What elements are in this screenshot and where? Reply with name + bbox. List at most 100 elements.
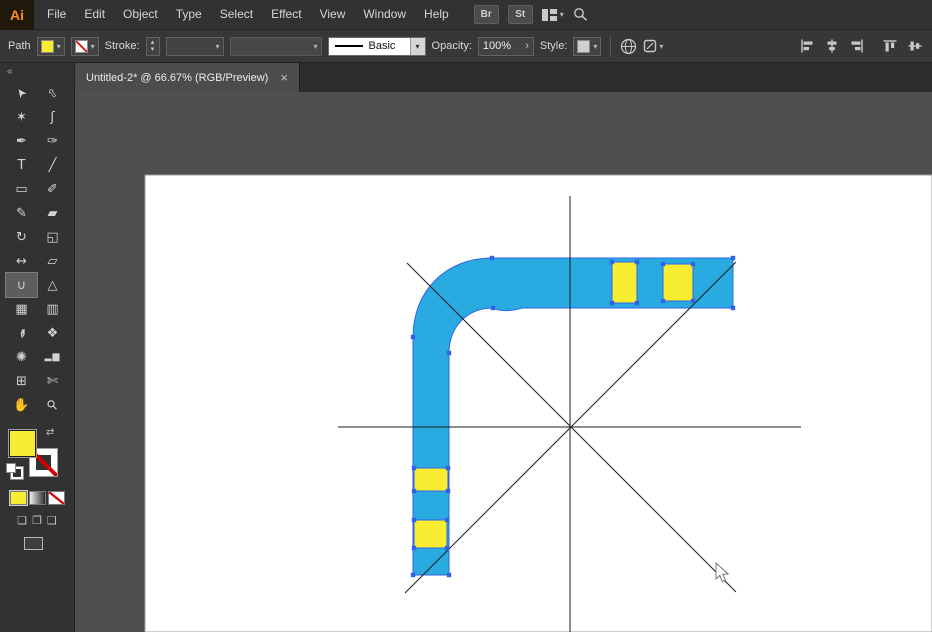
brush-stroke-preview: [335, 45, 363, 47]
document-tab[interactable]: Untitled-2* @ 66.67% (RGB/Preview) ×: [75, 63, 300, 92]
chevron-down-icon: ▾: [659, 42, 663, 51]
rotate-tool[interactable]: ↻: [6, 225, 37, 249]
menu-file[interactable]: File: [38, 0, 75, 29]
curvature-tool-icon: ✑: [47, 135, 58, 148]
opacity-panel-arrow-icon[interactable]: ›: [525, 40, 529, 52]
stepper-up-icon[interactable]: ▴: [151, 39, 155, 46]
draw-normal-icon[interactable]: ❏: [17, 514, 27, 527]
fill-color-dropdown[interactable]: ▾: [37, 37, 65, 56]
selection-type-label: Path: [8, 40, 31, 52]
width-tool-icon: ↔: [16, 255, 27, 268]
hand-tool[interactable]: ✋: [6, 393, 37, 417]
type-tool-icon: T: [18, 159, 26, 172]
style-label: Style:: [540, 40, 568, 52]
eraser-tool-icon: ▰: [48, 207, 58, 220]
width-tool[interactable]: ↔: [6, 249, 37, 273]
rectangle-tool[interactable]: ▭: [6, 177, 37, 201]
gradient-tool[interactable]: ▥: [37, 297, 68, 321]
collapse-panel-icon[interactable]: «: [0, 63, 20, 81]
blend-tool[interactable]: ❖: [37, 321, 68, 345]
stroke-color-dropdown[interactable]: ▾: [71, 37, 99, 56]
stock-button[interactable]: St: [508, 5, 533, 24]
draw-inside-icon[interactable]: ❑: [47, 514, 57, 527]
screen-mode-button[interactable]: [24, 537, 43, 550]
recolor-artwork-icon[interactable]: [620, 38, 637, 55]
shape-builder-tool[interactable]: ∪: [6, 273, 37, 297]
artboard[interactable]: [145, 175, 932, 632]
menu-window[interactable]: Window: [354, 0, 415, 29]
fill-swatch: [41, 40, 54, 53]
stepper-down-icon[interactable]: ▾: [151, 46, 155, 53]
align-horizontal-center-icon[interactable]: [825, 39, 839, 53]
menu-type[interactable]: Type: [167, 0, 211, 29]
search-icon[interactable]: [573, 7, 589, 22]
lasso-tool[interactable]: ʃ: [37, 105, 68, 129]
pencil-tool[interactable]: ✎: [6, 201, 37, 225]
rotate-tool-icon: ↻: [16, 231, 27, 244]
zoom-tool-icon: ⚲: [45, 397, 61, 413]
pen-tool[interactable]: ✒: [6, 129, 37, 153]
swap-fill-stroke-icon[interactable]: ⇄: [46, 427, 54, 438]
none-button[interactable]: [48, 491, 65, 505]
stroke-weight-dropdown[interactable]: ▾: [166, 37, 224, 56]
stroke-weight-stepper[interactable]: ▴ ▾: [146, 37, 160, 56]
workspace-switcher[interactable]: ▾: [542, 9, 564, 21]
align-left-icon[interactable]: [800, 39, 814, 53]
tab-close-icon[interactable]: ×: [280, 71, 288, 84]
app-logo[interactable]: Ai: [0, 0, 34, 30]
variable-width-profile-dropdown[interactable]: ▾: [230, 37, 322, 56]
type-tool[interactable]: T: [6, 153, 37, 177]
bridge-button[interactable]: Br: [474, 5, 499, 24]
canvas-area[interactable]: [75, 92, 932, 632]
color-button[interactable]: [10, 491, 27, 505]
perspective-grid-tool[interactable]: △: [37, 273, 68, 297]
column-graph-tool[interactable]: ▂▆: [37, 345, 68, 369]
magic-wand-tool[interactable]: ✶: [6, 105, 37, 129]
illustrator-window: Ai File Edit Object Type Select Effect V…: [0, 0, 932, 632]
gradient-button[interactable]: [29, 491, 46, 505]
shape-builder-tool-icon: ∪: [17, 279, 27, 292]
paintbrush-tool[interactable]: ✐: [37, 177, 68, 201]
slice-tool[interactable]: ✄: [37, 369, 68, 393]
menu-view[interactable]: View: [311, 0, 355, 29]
slice-tool-icon: ✄: [47, 375, 58, 388]
menu-help[interactable]: Help: [415, 0, 458, 29]
chevron-down-icon[interactable]: ▾: [410, 38, 425, 55]
draw-behind-icon[interactable]: ❐: [32, 514, 42, 527]
free-transform-tool[interactable]: ▱: [37, 249, 68, 273]
fill-proxy-swatch[interactable]: [8, 429, 37, 458]
eraser-tool[interactable]: ▰: [37, 201, 68, 225]
direct-selection-tool[interactable]: ⇨: [37, 81, 68, 105]
graphic-style-dropdown[interactable]: ▾: [573, 37, 601, 56]
selection-tool[interactable]: ➤: [6, 81, 37, 105]
line-segment-tool[interactable]: ╱: [37, 153, 68, 177]
main-menus: File Edit Object Type Select Effect View…: [38, 0, 458, 29]
chevron-down-icon: ▾: [91, 42, 95, 51]
menubar: Ai File Edit Object Type Select Effect V…: [0, 0, 932, 30]
magic-wand-tool-icon: ✶: [16, 111, 27, 124]
align-vertical-center-icon[interactable]: [908, 39, 922, 53]
align-right-icon[interactable]: [850, 39, 864, 53]
menu-effect[interactable]: Effect: [262, 0, 310, 29]
align-top-icon[interactable]: [883, 39, 897, 53]
default-fill-stroke-icon[interactable]: [6, 463, 21, 476]
scale-tool-icon: ◱: [46, 231, 58, 244]
opacity-input[interactable]: 100% ›: [478, 37, 534, 56]
eyedropper-tool[interactable]: ✒: [6, 321, 37, 345]
scale-tool[interactable]: ◱: [37, 225, 68, 249]
menu-object[interactable]: Object: [114, 0, 167, 29]
divider: [610, 35, 611, 57]
line-segment-tool-icon: ╱: [49, 159, 57, 172]
menu-edit[interactable]: Edit: [75, 0, 114, 29]
menu-select[interactable]: Select: [211, 0, 262, 29]
style-swatch: [577, 40, 590, 53]
artboard-tool[interactable]: ⊞: [6, 369, 37, 393]
document-tab-title: Untitled-2* @ 66.67% (RGB/Preview): [86, 72, 268, 84]
opacity-label: Opacity:: [432, 40, 472, 52]
brush-definition-dropdown[interactable]: Basic ▾: [328, 37, 426, 56]
mesh-tool[interactable]: ▦: [6, 297, 37, 321]
zoom-tool[interactable]: ⚲: [37, 393, 68, 417]
curvature-tool[interactable]: ✑: [37, 129, 68, 153]
symbol-sprayer-tool[interactable]: ✺: [6, 345, 37, 369]
isolate-object-control[interactable]: ▾: [643, 39, 663, 53]
